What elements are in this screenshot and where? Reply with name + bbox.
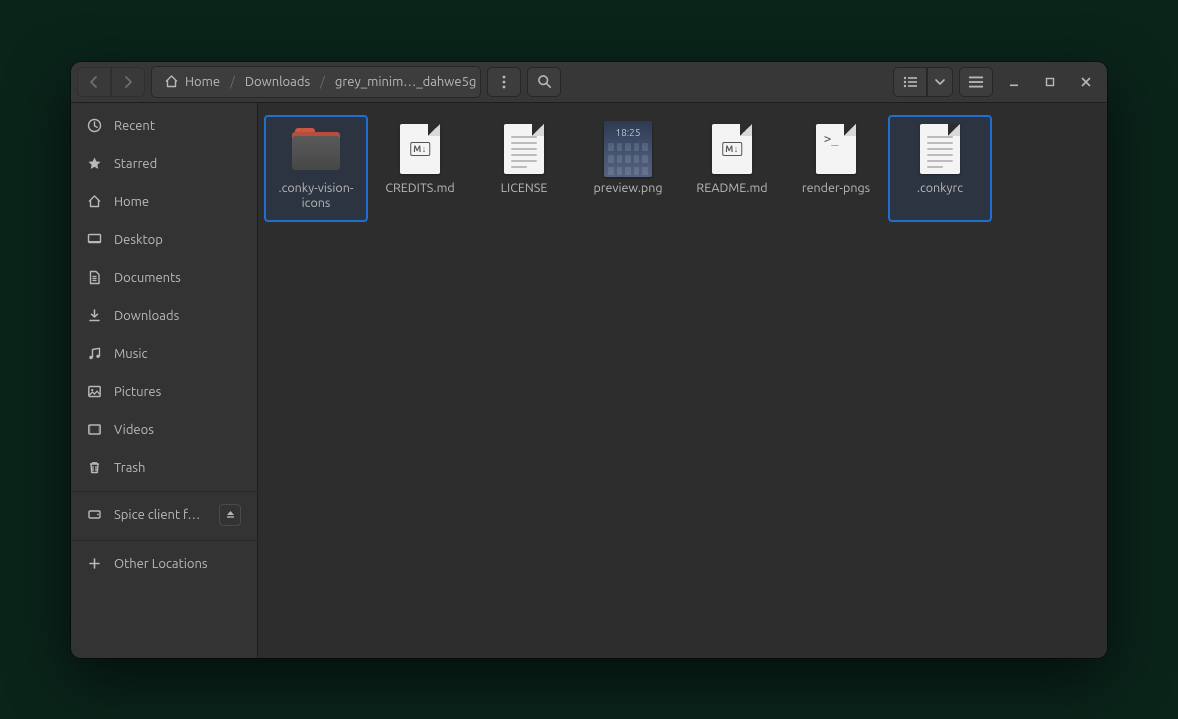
- plus-icon: [87, 556, 102, 571]
- file-icon: M↓: [712, 124, 752, 174]
- path-separator: /: [318, 75, 327, 89]
- path-bar[interactable]: Home/Downloads/grey_minim…_dahwe5g/Grey-…: [151, 66, 481, 98]
- breadcrumb-label: grey_minim…_dahwe5g: [335, 75, 476, 89]
- file-manager-window: Home/Downloads/grey_minim…_dahwe5g/Grey-…: [71, 62, 1107, 658]
- file-name: .conky-vision-icons: [268, 181, 364, 212]
- sidebar-item-label: Downloads: [114, 309, 241, 323]
- file-item[interactable]: >_ render-pngs: [784, 115, 888, 222]
- image-thumbnail: 18:25: [604, 121, 652, 177]
- file-item[interactable]: .conkyrc: [888, 115, 992, 222]
- search-button[interactable]: [527, 67, 561, 97]
- window-body: Recent Starred Home Desktop Documents Downloa…: [71, 103, 1107, 658]
- star-icon: [87, 156, 102, 171]
- sidebar-item-starred[interactable]: Starred: [71, 145, 257, 183]
- sidebar-item-label: Other Locations: [114, 557, 241, 571]
- sidebar-item-documents[interactable]: Documents: [71, 259, 257, 297]
- disk-icon: [87, 507, 102, 522]
- breadcrumb-label: Home: [185, 75, 220, 89]
- picture-icon: [87, 384, 102, 399]
- sidebar: Recent Starred Home Desktop Documents Downloa…: [71, 103, 258, 658]
- file-icon: [504, 124, 544, 174]
- path-separator: /: [228, 75, 237, 89]
- sidebar-item-videos[interactable]: Videos: [71, 411, 257, 449]
- file-name: render-pngs: [802, 181, 870, 197]
- breadcrumb-segment[interactable]: grey_minim…_dahwe5g: [327, 67, 481, 97]
- sidebar-item-label: Starred: [114, 157, 241, 171]
- eject-button[interactable]: [219, 504, 241, 526]
- sidebar-item-recent[interactable]: Recent: [71, 107, 257, 145]
- music-icon: [87, 346, 102, 361]
- file-name: CREDITS.md: [385, 181, 454, 197]
- sidebar-item-label: Videos: [114, 423, 241, 437]
- sidebar-item-label: Desktop: [114, 233, 241, 247]
- breadcrumb-label: Downloads: [245, 75, 310, 89]
- file-icon: [920, 124, 960, 174]
- file-icon: >_: [816, 124, 856, 174]
- file-item[interactable]: M↓ README.md: [680, 115, 784, 222]
- nav-buttons: [77, 67, 145, 97]
- file-icon: M↓: [400, 124, 440, 174]
- minimize-button[interactable]: [999, 67, 1029, 97]
- folder-icon: [292, 128, 340, 170]
- trash-icon: [87, 460, 102, 475]
- sidebar-item-downloads[interactable]: Downloads: [71, 297, 257, 335]
- hamburger-menu-button[interactable]: [959, 67, 993, 97]
- breadcrumb-segment[interactable]: Downloads: [237, 67, 318, 97]
- file-name: .conkyrc: [917, 181, 963, 197]
- sidebar-item-home[interactable]: Home: [71, 183, 257, 221]
- path-menu-button[interactable]: [487, 67, 521, 97]
- file-item[interactable]: M↓ CREDITS.md: [368, 115, 472, 222]
- titlebar: Home/Downloads/grey_minim…_dahwe5g/Grey-…: [71, 62, 1107, 103]
- file-name: README.md: [696, 181, 767, 197]
- sidebar-item-pictures[interactable]: Pictures: [71, 373, 257, 411]
- file-item[interactable]: 18:25 preview.png: [576, 115, 680, 222]
- view-dropdown-button[interactable]: [927, 67, 953, 97]
- file-item[interactable]: LICENSE: [472, 115, 576, 222]
- sidebar-item-spice[interactable]: Spice client f…: [71, 491, 257, 536]
- sidebar-item-label: Recent: [114, 119, 241, 133]
- sidebar-item-label: Music: [114, 347, 241, 361]
- home-icon: [164, 74, 179, 89]
- sidebar-item-label: Spice client f…: [114, 508, 207, 522]
- breadcrumb-segment[interactable]: Home: [156, 67, 228, 97]
- list-view-button[interactable]: [893, 67, 927, 97]
- file-item[interactable]: .conky-vision-icons: [264, 115, 368, 222]
- sidebar-item-label: Trash: [114, 461, 241, 475]
- file-name: LICENSE: [501, 181, 548, 197]
- view-controls: [893, 67, 953, 97]
- forward-button[interactable]: [111, 67, 145, 97]
- maximize-button[interactable]: [1035, 67, 1065, 97]
- clock-icon: [87, 118, 102, 133]
- sidebar-item-music[interactable]: Music: [71, 335, 257, 373]
- sidebar-item-desktop[interactable]: Desktop: [71, 221, 257, 259]
- close-button[interactable]: [1071, 67, 1101, 97]
- home-icon: [87, 194, 102, 209]
- sidebar-item-label: Pictures: [114, 385, 241, 399]
- desktop-icon: [87, 232, 102, 247]
- document-icon: [87, 270, 102, 285]
- download-icon: [87, 308, 102, 323]
- sidebar-item-trash[interactable]: Trash: [71, 449, 257, 487]
- sidebar-item-label: Home: [114, 195, 241, 209]
- video-icon: [87, 422, 102, 437]
- file-grid[interactable]: .conky-vision-icons M↓ CREDITS.md LICENSE 18…: [258, 103, 1107, 658]
- back-button[interactable]: [77, 67, 111, 97]
- sidebar-item-other[interactable]: Other Locations: [71, 540, 257, 585]
- file-name: preview.png: [593, 181, 662, 197]
- sidebar-item-label: Documents: [114, 271, 241, 285]
